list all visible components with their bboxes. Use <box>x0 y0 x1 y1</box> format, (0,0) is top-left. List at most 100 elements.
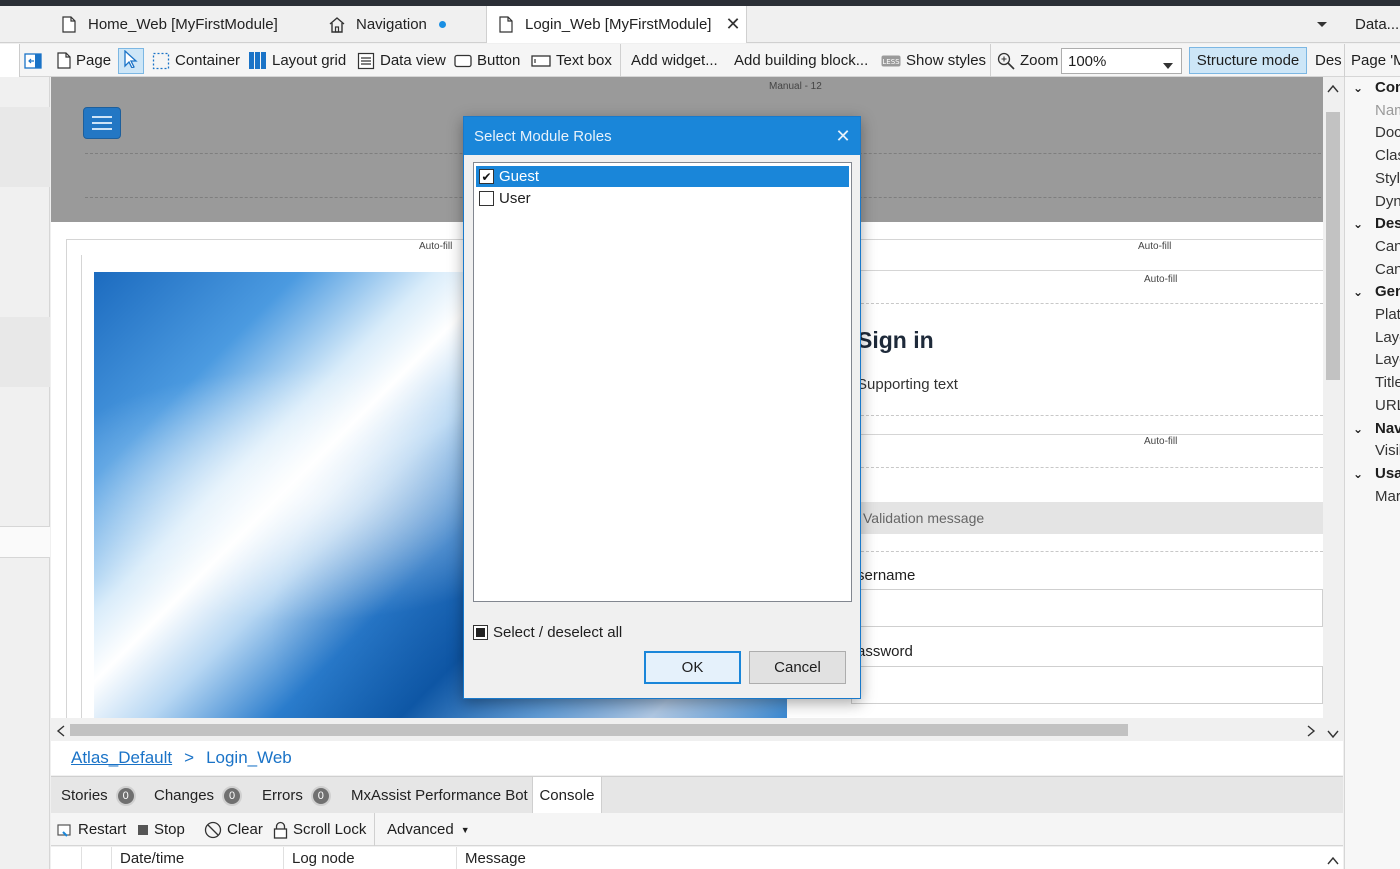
sidebar-item[interactable] <box>0 526 50 558</box>
text-box-button[interactable]: Text box <box>531 44 612 77</box>
property-row[interactable]: Plat <box>1345 306 1400 323</box>
property-category[interactable]: ⌄Gen <box>1345 283 1400 300</box>
property-row[interactable]: Doc <box>1345 124 1400 141</box>
tab-navigation[interactable]: Navigation <box>326 6 446 43</box>
left-edge-input[interactable] <box>0 44 20 77</box>
design-mode-button[interactable]: Des <box>1315 44 1342 77</box>
toggle-panel-icon[interactable] <box>24 44 42 77</box>
chevron-down-icon[interactable]: ⌄ <box>1345 285 1375 299</box>
role-item-user[interactable]: User <box>476 188 849 209</box>
tab-errors[interactable]: Errors 0 <box>262 777 331 814</box>
chevron-up-icon[interactable] <box>1327 852 1339 869</box>
sidebar-item[interactable] <box>0 317 50 387</box>
close-tab-icon[interactable]: ✕ <box>725 14 740 35</box>
layout-grid-button[interactable]: Layout grid <box>248 44 346 77</box>
property-row[interactable]: Layo <box>1345 351 1400 368</box>
horizontal-scroll-thumb[interactable] <box>70 724 1128 736</box>
tab-home-web[interactable]: Home_Web [MyFirstModule] <box>58 6 278 43</box>
property-row[interactable]: Mar <box>1345 488 1400 505</box>
add-building-block-button[interactable]: Add building block... <box>734 44 868 77</box>
property-row[interactable]: Can <box>1345 261 1400 278</box>
zoom-button[interactable]: Zoom <box>990 44 1058 77</box>
page-button[interactable]: Page <box>57 44 111 77</box>
role-item-guest[interactable]: ✔ Guest <box>476 166 849 187</box>
stop-button[interactable]: Stop <box>137 813 185 846</box>
autofill-label: Auto-fill <box>1144 436 1178 447</box>
property-row[interactable]: Can <box>1345 238 1400 255</box>
tab-mxassist-performance-bot[interactable]: MxAssist Performance Bot <box>351 777 528 814</box>
data-pane-tab[interactable]: Data... <box>1355 6 1399 43</box>
chevron-down-icon[interactable]: ⌄ <box>1345 467 1375 481</box>
lock-icon <box>273 821 288 839</box>
clear-button[interactable]: Clear <box>204 813 263 846</box>
property-row[interactable]: Nam <box>1345 102 1400 119</box>
property-row[interactable]: Layo <box>1345 329 1400 346</box>
log-column-datetime[interactable]: Date/time <box>111 847 283 869</box>
container-button[interactable]: Container <box>152 44 240 77</box>
clear-icon <box>204 821 222 839</box>
advanced-dropdown[interactable]: Advanced ▼ <box>374 813 470 846</box>
role-label: User <box>499 190 531 207</box>
hamburger-menu-icon[interactable] <box>83 107 121 139</box>
data-view-button[interactable]: Data view <box>357 44 446 77</box>
sidebar-item[interactable] <box>0 107 50 187</box>
show-styles-button[interactable]: LESS Show styles <box>881 44 986 77</box>
select-pointer-button[interactable] <box>118 48 144 74</box>
tab-overflow-chevron-icon[interactable] <box>1316 6 1328 43</box>
page-editor-toolbar: Page Container Layout grid Data view But… <box>0 44 1400 77</box>
cancel-button[interactable]: Cancel <box>749 651 846 684</box>
property-row[interactable]: Title <box>1345 374 1400 391</box>
property-label: Des <box>1375 215 1400 233</box>
log-column-message[interactable]: Message <box>456 847 1343 869</box>
breadcrumb-layout-link[interactable]: Atlas_Default <box>71 748 172 768</box>
ok-button[interactable]: OK <box>644 651 741 684</box>
username-input[interactable] <box>851 589 1323 627</box>
count-badge: 0 <box>222 785 243 806</box>
chevron-up-icon[interactable] <box>1327 80 1339 97</box>
password-input[interactable] <box>851 666 1323 704</box>
add-widget-button[interactable]: Add widget... <box>620 44 718 77</box>
structure-mode-button[interactable]: Structure mode <box>1189 47 1307 74</box>
scroll-lock-button[interactable]: Scroll Lock <box>273 813 366 846</box>
property-category[interactable]: ⌄ Des <box>1345 215 1400 232</box>
zoom-select[interactable]: 100% <box>1061 48 1182 74</box>
breadcrumb-current-page[interactable]: Login_Web <box>206 748 292 768</box>
chevron-down-icon[interactable]: ⌄ <box>1345 217 1375 231</box>
tab-login-web[interactable]: Login_Web [MyFirstModule] ✕ <box>486 6 747 43</box>
tab-stories[interactable]: Stories 0 <box>61 777 136 814</box>
property-category[interactable]: ⌄Com <box>1345 79 1400 96</box>
password-label: assword <box>857 643 913 660</box>
manual-column-label: Manual - 12 <box>769 81 822 92</box>
select-deselect-all-checkbox[interactable]: Select / deselect all <box>473 621 622 643</box>
chevron-right-icon[interactable] <box>1307 724 1316 741</box>
property-row[interactable]: Dyn <box>1345 193 1400 210</box>
chevron-down-icon: ▼ <box>460 824 470 835</box>
log-column-lognode[interactable]: Log node <box>283 847 456 869</box>
chevron-down-icon[interactable]: ⌄ <box>1345 422 1375 436</box>
property-row[interactable]: URL <box>1345 397 1400 414</box>
property-row[interactable]: Visil <box>1345 442 1400 459</box>
module-roles-list[interactable]: ✔ Guest User <box>473 162 852 602</box>
tab-changes[interactable]: Changes 0 <box>154 777 243 814</box>
property-category[interactable]: ⌄ Usa <box>1345 465 1400 482</box>
property-category[interactable]: ⌄ Nav <box>1345 420 1400 437</box>
button-widget-button[interactable]: Button <box>454 44 520 77</box>
chevron-left-icon[interactable] <box>56 724 65 741</box>
supporting-text: Supporting text <box>857 376 958 393</box>
property-row[interactable]: Styl <box>1345 170 1400 187</box>
autofill-label: Auto-fill <box>419 241 453 252</box>
tab-console[interactable]: Console <box>532 777 602 814</box>
restart-button[interactable]: Restart <box>57 813 126 846</box>
property-label: Nav <box>1375 419 1400 437</box>
less-styles-icon: LESS <box>881 55 901 67</box>
chevron-down-icon[interactable]: ⌄ <box>1345 81 1375 95</box>
property-row[interactable]: Clas <box>1345 147 1400 164</box>
tab-label: Login_Web [MyFirstModule] <box>525 16 712 33</box>
vertical-scroll-thumb[interactable] <box>1326 112 1340 380</box>
checkbox-checked-icon[interactable]: ✔ <box>479 169 494 184</box>
checkbox-unchecked-icon[interactable] <box>479 191 494 206</box>
property-label: Clas <box>1375 147 1400 165</box>
properties-title: Page 'M <box>1344 44 1400 77</box>
property-label: Can <box>1375 237 1400 255</box>
close-icon[interactable]: ✕ <box>826 117 860 155</box>
